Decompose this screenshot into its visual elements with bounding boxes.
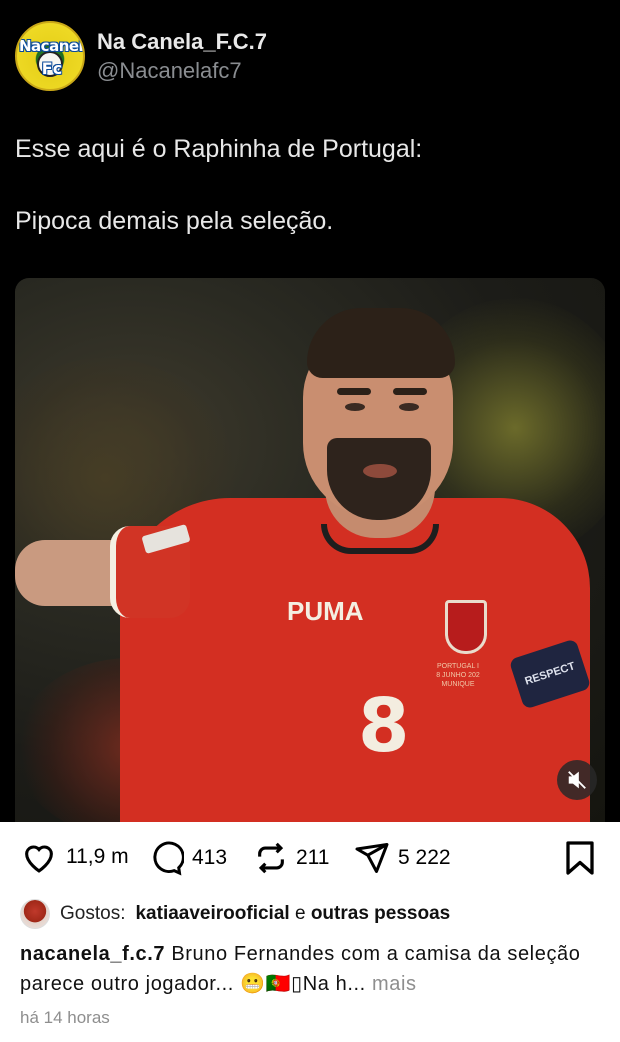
comment-count: 413 xyxy=(192,846,228,869)
tweet-avatar: Nacanela Fc xyxy=(15,21,85,91)
match-details-embroidery: PORTUGAL I 8 JUNHO 202 MUNIQUE xyxy=(436,663,480,688)
likes-prefix: Gostos: xyxy=(60,903,126,924)
likes-summary[interactable]: Gostos: katiaaveirooficial e outras pess… xyxy=(20,896,450,932)
post-timestamp: há 14 horas xyxy=(20,1008,110,1027)
post-action-bar: 11,9 m 413 211 5 222 xyxy=(0,822,620,902)
post-caption: nacanela_f.c.7 Bruno Fernandes com a cam… xyxy=(20,939,610,999)
caption-more-link[interactable]: mais xyxy=(372,973,417,995)
tweet-display-name: Na Canela_F.C.7 xyxy=(97,29,267,54)
tweet-text-line-2: Pipoca demais pela seleção. xyxy=(15,207,334,235)
avatar-logo-fc: Fc xyxy=(41,59,63,78)
portugal-crest-icon xyxy=(445,600,487,654)
tweet-handle: @Nacanelafc7 xyxy=(97,58,242,83)
liker-avatar xyxy=(20,899,50,929)
heart-icon xyxy=(25,845,53,873)
tweet-screenshot: Nacanela Fc Na Canela_F.C.7 @Nacanelafc7… xyxy=(0,0,620,822)
share-button[interactable]: 5 222 xyxy=(354,840,451,876)
save-button[interactable] xyxy=(564,840,596,881)
player-hair xyxy=(307,308,455,378)
like-count: 11,9 m xyxy=(66,845,129,868)
repost-button[interactable]: 211 xyxy=(254,840,329,876)
mute-icon[interactable] xyxy=(557,760,597,800)
repost-count: 211 xyxy=(296,846,330,869)
share-count: 5 222 xyxy=(398,846,451,869)
tweet-photo[interactable]: PUMA PORTUGAL I 8 JUNHO 202 MUNIQUE 8 RE… xyxy=(15,278,605,822)
likes-connector: e xyxy=(294,903,306,924)
liker-username[interactable]: katiaaveirooficial xyxy=(135,903,289,924)
comment-icon xyxy=(153,841,184,876)
comment-button[interactable]: 413 xyxy=(148,840,227,876)
share-icon xyxy=(355,843,389,873)
likes-others[interactable]: outras pessoas xyxy=(311,903,450,924)
avatar-logo-text: Nacanela xyxy=(19,37,84,55)
puma-logo: PUMA xyxy=(287,596,364,626)
jersey-collar xyxy=(321,524,439,554)
bookmark-icon xyxy=(566,841,594,875)
caption-username[interactable]: nacanela_f.c.7 xyxy=(20,943,165,965)
repost-icon xyxy=(258,842,284,874)
like-button[interactable]: 11,9 m xyxy=(20,840,129,874)
shirt-number: 8 xyxy=(358,683,410,769)
tweet-text-line-1: Esse aqui é o Raphinha de Portugal: xyxy=(15,135,423,163)
